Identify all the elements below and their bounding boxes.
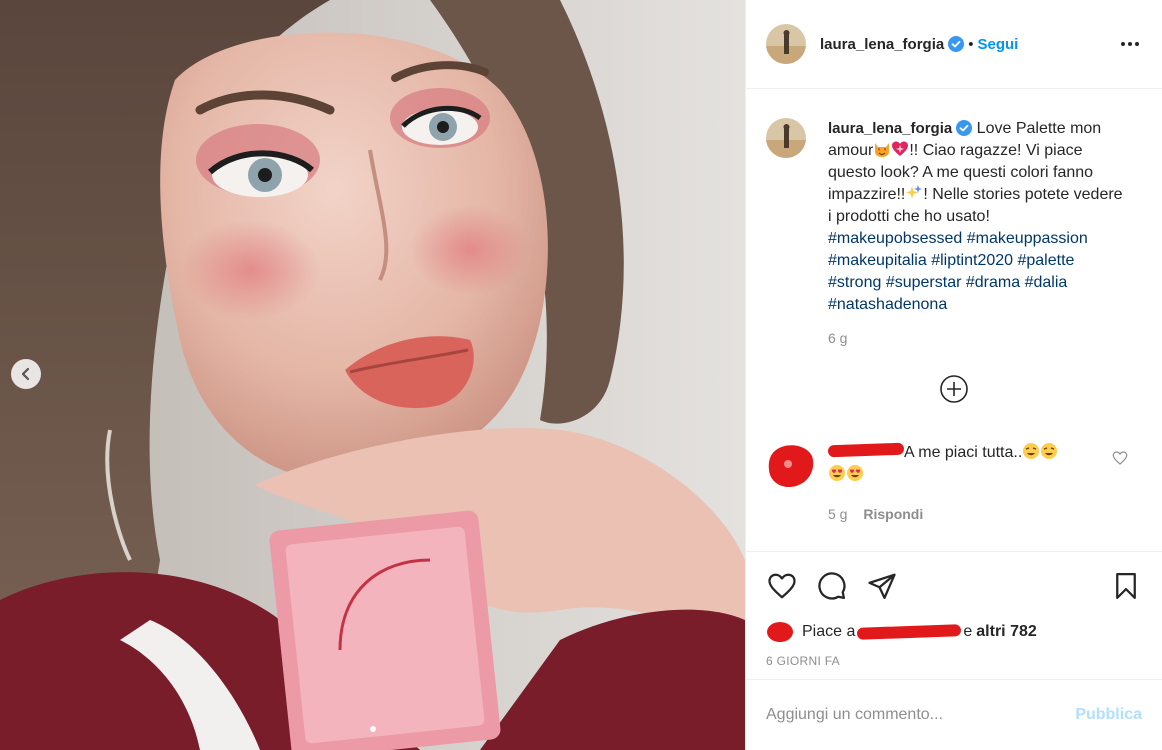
comments-section[interactable]: laura_lena_forgia Love Palette mon amour… (746, 90, 1162, 550)
post-photo (0, 0, 745, 750)
more-options-button[interactable] (1118, 32, 1142, 56)
save-button[interactable] (1110, 570, 1142, 602)
load-more-comments-icon[interactable] (939, 374, 969, 404)
commenter-avatar-redacted[interactable] (766, 442, 816, 490)
heart-icon (768, 573, 796, 599)
hashtag-link[interactable]: #superstar (886, 274, 962, 291)
hashtag-link[interactable]: #liptint2020 (931, 252, 1013, 269)
share-button[interactable] (866, 570, 898, 602)
verified-badge-icon (956, 120, 973, 136)
comment-meta: 5 g Rispondi (828, 506, 1142, 522)
like-button[interactable] (766, 570, 798, 602)
verified-badge-icon (948, 36, 965, 52)
header-separator: • (968, 35, 974, 53)
comment-item: A me piaci tutta.. (766, 442, 1142, 490)
likes-summary: Piace a e altri 782 (766, 620, 1142, 644)
caption-timestamp[interactable]: 6 g (828, 330, 1142, 346)
reply-button[interactable]: Rispondi (863, 506, 923, 522)
publish-button[interactable]: Pubblica (1075, 706, 1142, 724)
post-actions-section: Piace a e altri 782 6 GIORNI FA (746, 551, 1162, 668)
post-date[interactable]: 6 GIORNI FA (766, 654, 1142, 668)
hashtag-link[interactable]: #natashadenona (828, 296, 947, 313)
liker-username-redacted[interactable] (857, 624, 962, 640)
heart-eyes-emoji-icon (847, 465, 863, 481)
action-bar (766, 568, 1142, 604)
comment-input[interactable] (766, 706, 1076, 724)
rofl-emoji-icon (1023, 443, 1040, 459)
caption: laura_lena_forgia Love Palette mon amour… (766, 118, 1142, 316)
sparkles-emoji-icon (906, 185, 923, 199)
likes-count-link[interactable]: altri 782 (976, 623, 1036, 641)
caption-username[interactable]: laura_lena_forgia (828, 120, 952, 137)
hashtag-link[interactable]: #palette (1017, 252, 1074, 269)
likes-middle: e (963, 623, 973, 640)
caption-text: laura_lena_forgia Love Palette mon amour… (828, 118, 1128, 316)
avatar-image (766, 118, 806, 158)
post-header: laura_lena_forgia • Segui (746, 0, 1162, 89)
post-sidebar: laura_lena_forgia • Segui laura_lena_for… (745, 0, 1162, 750)
hashtag-link[interactable]: #strong (828, 274, 881, 291)
comment-timestamp[interactable]: 5 g (828, 506, 847, 522)
comment-button[interactable] (816, 570, 848, 602)
author-avatar[interactable] (766, 24, 806, 64)
hashtag-link[interactable]: #makeupitalia (828, 252, 927, 269)
liker-avatar-redacted[interactable] (766, 621, 794, 643)
comment-message: A me piaci tutta.. (904, 444, 1023, 461)
commenter-username-redacted[interactable] (827, 442, 905, 458)
hashtag-link[interactable]: #drama (966, 274, 1020, 291)
comment-text: A me piaci tutta.. (827, 442, 1098, 490)
add-comment-bar: Pubblica (746, 679, 1162, 750)
rofl-emoji-icon (1041, 443, 1058, 459)
carousel-indicator (0, 726, 745, 732)
hashtag-link[interactable]: #dalia (1025, 274, 1068, 291)
bookmark-icon (1116, 573, 1136, 599)
hashtag-link[interactable]: #makeupobsessed (828, 230, 962, 247)
author-username[interactable]: laura_lena_forgia (820, 36, 944, 53)
carousel-previous-button[interactable] (11, 359, 41, 389)
like-comment-heart-icon[interactable] (1112, 450, 1128, 466)
post-media[interactable] (0, 0, 745, 750)
heart-eyes-cat-emoji-icon (875, 143, 890, 157)
likes-prefix: Piace a (802, 623, 856, 640)
caption-avatar[interactable] (766, 118, 806, 158)
paper-plane-icon (868, 573, 896, 599)
more-options-icon (1121, 42, 1139, 46)
sparkling-heart-emoji-icon (892, 141, 909, 156)
hashtag-link[interactable]: #makeuppassion (967, 230, 1088, 247)
chevron-left-icon (21, 367, 30, 381)
carousel-dot-active (369, 726, 376, 732)
follow-button[interactable]: Segui (977, 36, 1018, 53)
comment-bubble-icon (818, 572, 846, 600)
heart-eyes-emoji-icon (829, 465, 845, 481)
avatar-image (766, 24, 806, 64)
